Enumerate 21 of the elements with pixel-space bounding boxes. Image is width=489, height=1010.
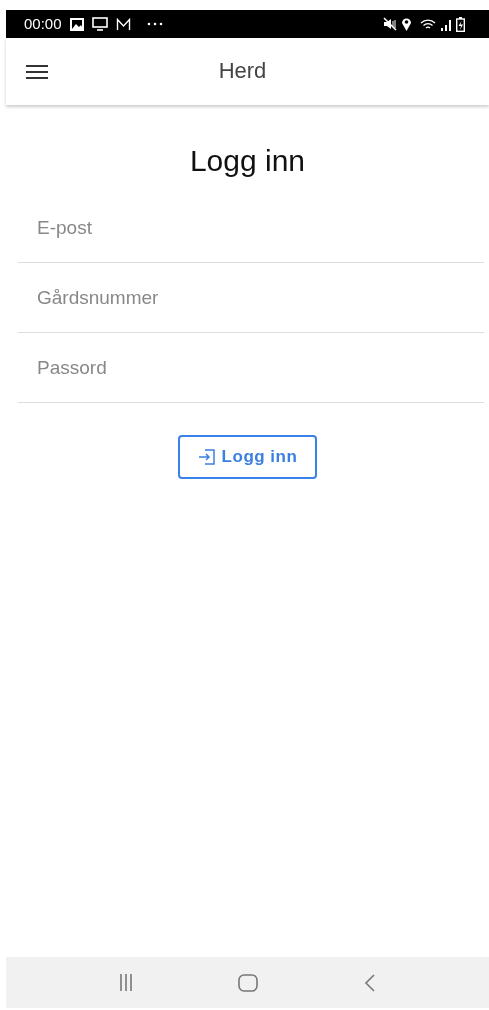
- monitor-icon: [91, 17, 108, 31]
- recent-apps-icon[interactable]: [118, 974, 133, 991]
- app-title: Herd: [217, 58, 268, 85]
- login-icon: [197, 448, 216, 465]
- location-icon: [401, 17, 412, 31]
- more-icon: [146, 22, 163, 26]
- signal-icon: [440, 17, 452, 31]
- back-icon[interactable]: [364, 973, 377, 992]
- wifi-icon: [420, 17, 436, 31]
- input-field[interactable]: Gårdsnummer: [18, 263, 484, 333]
- image-icon: [69, 17, 84, 31]
- menu-icon[interactable]: [26, 63, 48, 80]
- page-heading: Logg inn: [188, 143, 307, 179]
- input-field[interactable]: Passord: [18, 333, 484, 403]
- login-button[interactable]: Logg inn: [177, 435, 318, 479]
- clock-time: 00:00: [24, 13, 62, 34]
- mail-icon: [115, 17, 131, 31]
- mute-icon: [383, 17, 397, 31]
- home-icon[interactable]: [238, 973, 259, 992]
- battery-icon: [456, 16, 465, 32]
- input-field[interactable]: E-post: [18, 193, 484, 263]
